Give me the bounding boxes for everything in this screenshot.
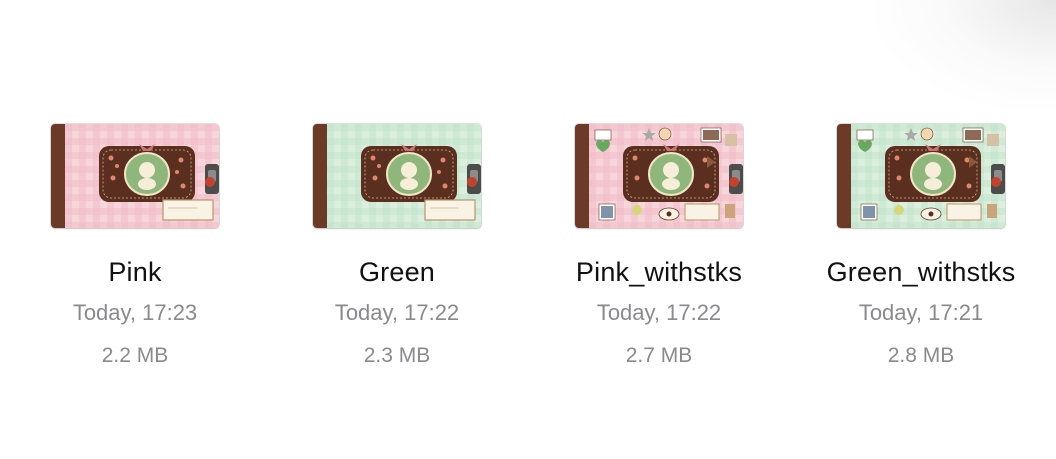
diary-cover-thumbnail-with-stickers bbox=[575, 124, 743, 228]
file-name[interactable]: Green_withstks bbox=[801, 255, 1041, 289]
file-size: 2.8 MB bbox=[887, 344, 955, 367]
file-name[interactable]: Pink_withstks bbox=[539, 255, 779, 289]
file-name[interactable]: Pink bbox=[15, 255, 255, 289]
file-modified-date: Today, 17:21 bbox=[858, 300, 984, 325]
file-item-pink-withstks[interactable]: Pink_withstks Today, 17:22 2.7 MB bbox=[539, 124, 779, 370]
file-thumbnail[interactable] bbox=[837, 124, 1005, 228]
file-size: 2.7 MB bbox=[625, 344, 693, 367]
file-modified-date: Today, 17:23 bbox=[72, 300, 198, 325]
file-item-green-withstks[interactable]: Green_withstks Today, 17:21 2.8 MB bbox=[801, 124, 1041, 370]
file-modified-date: Today, 17:22 bbox=[334, 300, 460, 325]
diary-cover-thumbnail-with-stickers bbox=[837, 124, 1005, 228]
file-name[interactable]: Green bbox=[277, 255, 517, 289]
file-thumbnail[interactable] bbox=[313, 124, 481, 228]
file-size: 2.2 MB bbox=[101, 344, 169, 367]
file-thumbnail[interactable] bbox=[51, 124, 219, 228]
diary-cover-thumbnail bbox=[51, 124, 219, 228]
diary-cover-thumbnail bbox=[313, 124, 481, 228]
file-size: 2.3 MB bbox=[363, 344, 431, 367]
file-thumbnail[interactable] bbox=[575, 124, 743, 228]
file-grid: Pink Today, 17:23 2.2 MB Green Today, 17… bbox=[0, 0, 1056, 459]
file-item-pink[interactable]: Pink Today, 17:23 2.2 MB bbox=[15, 124, 255, 370]
file-item-green[interactable]: Green Today, 17:22 2.3 MB bbox=[277, 124, 517, 370]
file-modified-date: Today, 17:22 bbox=[596, 300, 722, 325]
